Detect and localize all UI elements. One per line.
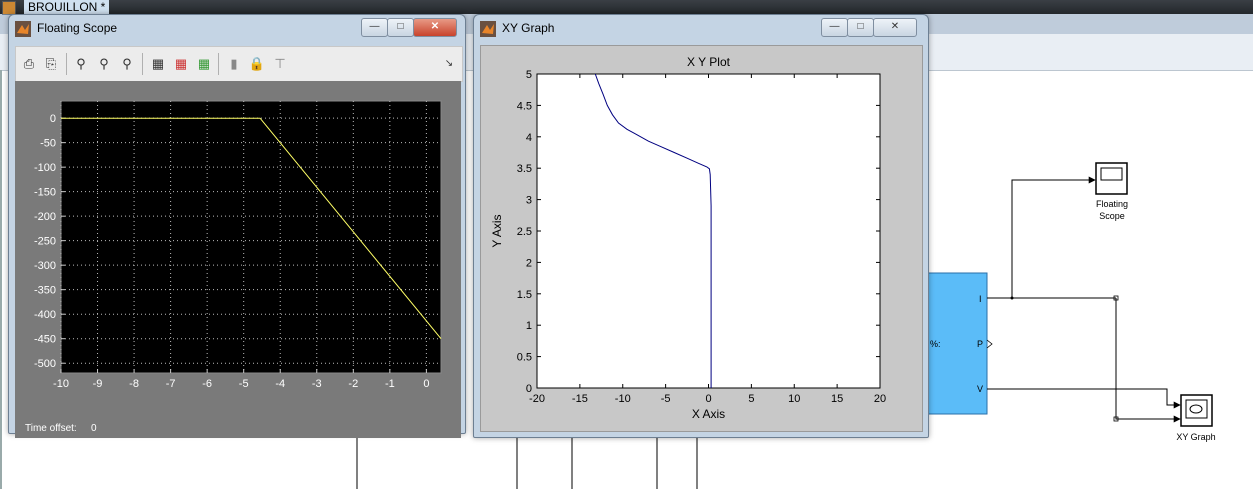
y-tick-label: -100 [34,162,56,174]
minimize-button[interactable]: — [361,18,388,37]
maximize-button[interactable]: □ [847,18,874,37]
x-tick-label: -9 [93,378,103,390]
x-tick-label: 5 [748,393,754,405]
y-tick-label: -500 [34,358,56,370]
lock-icon[interactable]: 🔒 [248,55,266,73]
x-tick-label: -6 [202,378,212,390]
y-tick-label: -450 [34,334,56,346]
zoom-y-icon[interactable]: ⚲ [118,55,136,73]
x-tick-label: -7 [166,378,176,390]
params-icon[interactable]: ▮ [225,55,243,73]
plot-background [536,73,881,389]
signal-line-v[interactable] [987,388,1181,409]
restore-axes-icon[interactable]: ▦ [195,55,213,73]
subsystem-port-v-label: V [977,384,984,394]
y-tick-label: -200 [34,211,56,223]
close-button[interactable]: ✕ [873,18,917,37]
scope-chart[interactable]: -10 -9 -8 -7 -6 -5 -4 -3 -2 -1 00-50-100-150-200-2… [15,81,461,401]
x-tick-label: -10 [615,393,631,405]
x-tick-label: 0 [423,378,429,390]
zoom-x-icon[interactable]: ⚲ [95,55,113,73]
y-tick-label: 4 [526,132,532,144]
toolbar-separator [66,53,67,75]
print-preview-icon[interactable]: ⎘ [42,55,60,73]
autoscale-icon[interactable]: ▦ [149,55,167,73]
xy-graph-label: XY Graph [1176,432,1216,442]
x-tick-label: 20 [874,393,886,405]
port-p-outline [986,339,993,349]
subsystem-port-i-label: I [979,294,982,304]
y-tick-label: 3 [526,195,532,207]
x-tick-label: 0 [705,393,711,405]
x-tick-label: 15 [831,393,843,405]
subsystem-port-p-label: P [977,339,984,349]
scope-plot-area: -10 -9 -8 -7 -6 -5 -4 -3 -2 -1 0 0 -50 -100 -150 -200 -2… [15,81,461,438]
x-tick-label: 10 [788,393,800,405]
toolbar-separator [218,53,219,75]
scope-window-title: Floating Scope [37,21,118,35]
save-axes-icon[interactable]: ▦ [172,55,190,73]
y-tick-label: -350 [34,285,56,297]
y-tick-label: 0 [50,113,56,125]
signal-line-to-scope[interactable] [1011,176,1096,298]
chart-title: X Y Plot [687,55,731,69]
floating-scope-label-line2: Scope [1099,211,1125,221]
y-tick-label: 4.5 [517,100,532,112]
xy-window-title: XY Graph [502,21,555,35]
y-tick-label: -300 [34,260,56,272]
x-tick-label: -5 [661,393,671,405]
y-tick-label: 2 [526,257,532,269]
time-offset-value: 0 [91,423,97,434]
xy-graph-window[interactable]: XY Graph — □ ✕ -20 -15 -10 -5 0 5 10 15 20 0 0.5 1 1… [473,14,929,438]
toolbar-separator [142,53,143,75]
print-icon[interactable]: ⎙ [20,55,38,73]
scope-titlebar[interactable]: Floating Scope — □ ✕ [9,15,465,43]
x-tick-label: -8 [129,378,139,390]
x-tick-label: -15 [572,393,588,405]
y-tick-label: -250 [34,236,56,248]
minimize-button[interactable]: — [821,18,848,37]
y-tick-label: -150 [34,187,56,199]
matlab-icon [480,21,496,37]
y-tick-label: 3.5 [517,163,532,175]
y-tick-label: 1.5 [517,289,532,301]
y-tick-label: -400 [34,309,56,321]
y-axis-label: Y Axis [490,214,504,247]
x-tick-label: -1 [385,378,395,390]
scope-toolbar: ⎙ ⎘ ⚲ ⚲ ⚲ ▦ ▦ ▦ ▮ 🔒 ⊤ ↘ [15,46,463,82]
y-tick-label: 2.5 [517,226,532,238]
x-tick-label: -2 [348,378,358,390]
subsystem-text: %: [930,339,941,349]
floating-scope-window[interactable]: Floating Scope — □ ✕ ⎙ ⎘ ⚲ ⚲ ⚲ ▦ ▦ ▦ ▮ 🔒… [8,14,466,438]
xy-titlebar[interactable]: XY Graph — □ ✕ [474,15,928,43]
xy-chart[interactable]: -20 -15 -10 -5 0 5 10 15 2000.511.522.533.544.55… [481,46,922,431]
toolbar-overflow-icon[interactable]: ↘ [440,55,458,73]
xy-plot-area: -20 -15 -10 -5 0 5 10 15 20 0 0.5 1 1.5 2 2.5 3 3.5 4 4.5 5… [480,45,923,432]
close-button[interactable]: ✕ [413,18,457,37]
zoom-icon[interactable]: ⚲ [72,55,90,73]
x-axis-label: X Axis [692,407,725,421]
time-offset-label: Time offset: [25,423,77,434]
floating-scope-label-line1: Floating [1095,199,1129,209]
signal-line-to-xy-2[interactable] [1115,298,1181,423]
signal-select-icon[interactable]: ⊤ [271,55,289,73]
y-tick-label: -50 [40,138,56,150]
plot-background [60,100,442,374]
x-tick-label: -3 [312,378,322,390]
x-tick-label: -5 [239,378,249,390]
y-tick-label: 0 [526,383,532,395]
maximize-button[interactable]: □ [387,18,414,37]
y-tick-label: 5 [526,69,532,81]
y-tick-label: 0.5 [517,352,532,364]
x-tick-label: -4 [275,378,285,390]
y-tick-label: 1 [526,320,532,332]
x-tick-label: -10 [53,378,69,390]
matlab-icon [15,21,31,37]
